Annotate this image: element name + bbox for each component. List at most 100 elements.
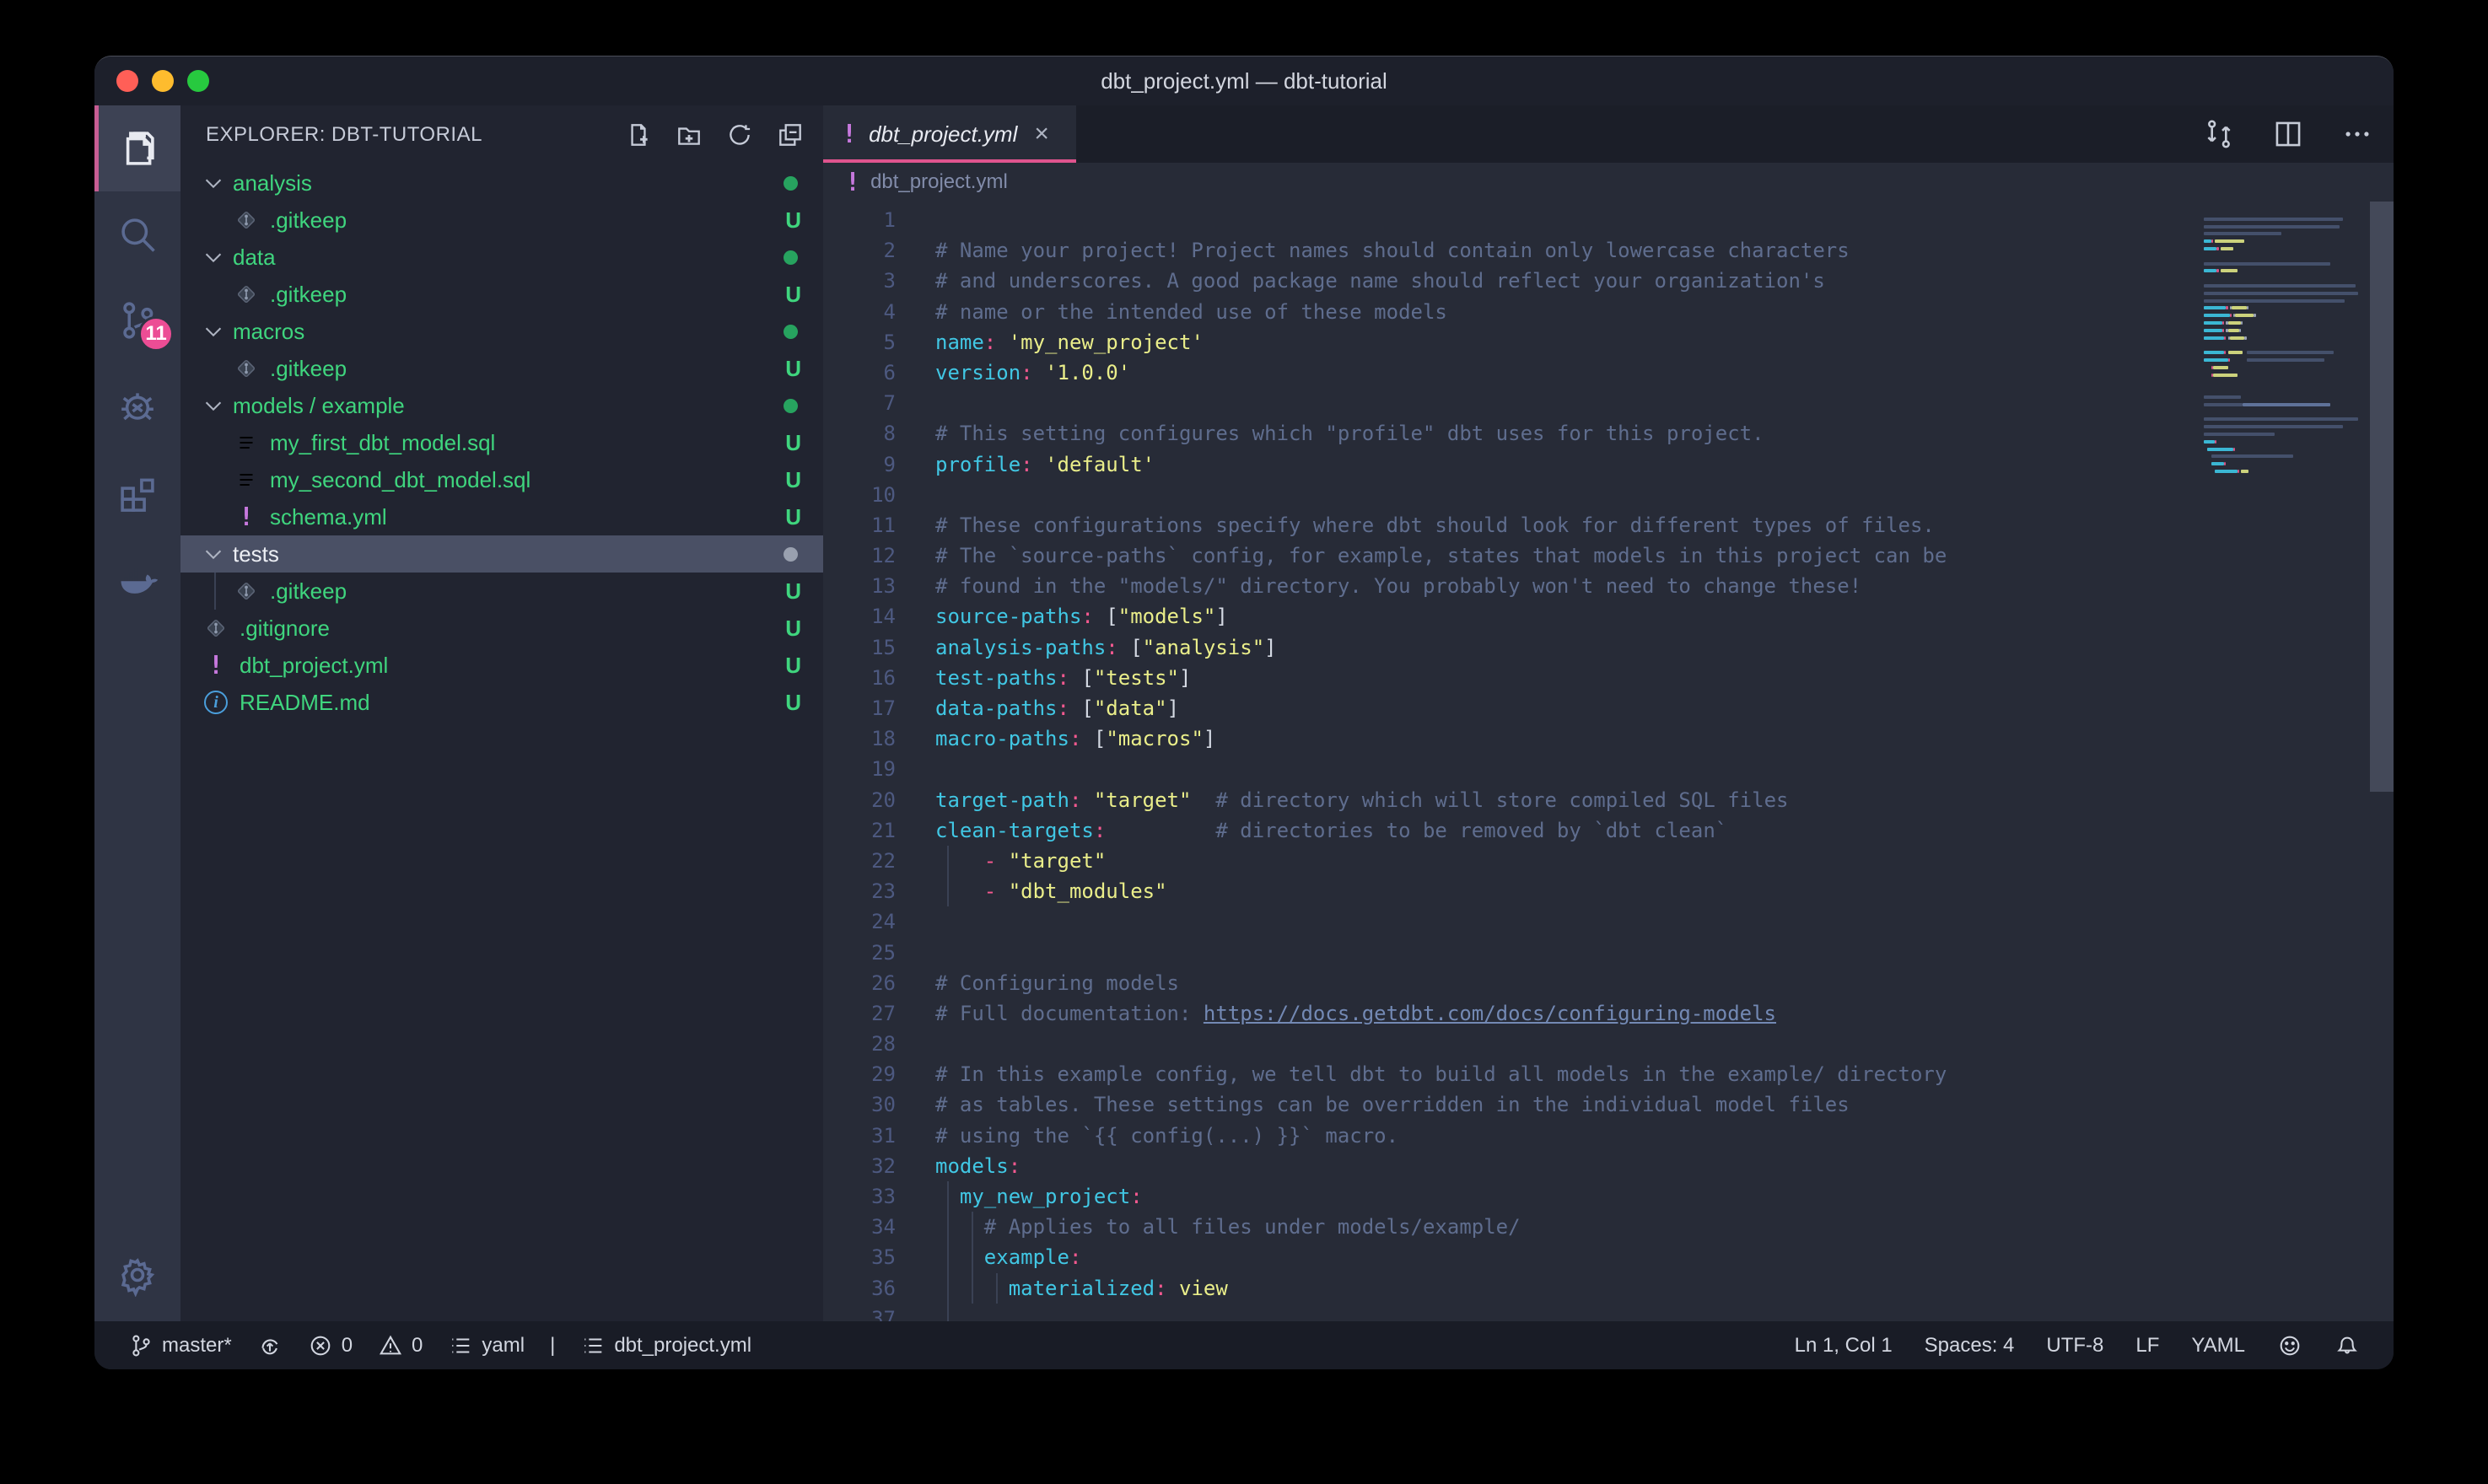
code-line-20: 20target-path: "target" # directory whic…	[823, 785, 2394, 815]
line-content	[896, 754, 2394, 784]
tree-file-my-first-dbt-model-sql[interactable]: my_first_dbt_model.sqlU	[180, 424, 823, 461]
tree-folder-analysis[interactable]: analysis	[180, 164, 823, 202]
status-encoding[interactable]: UTF-8	[2046, 1334, 2103, 1358]
status-language-mode[interactable]: YAML	[2191, 1334, 2245, 1358]
new-file-icon[interactable]	[624, 121, 653, 149]
open-changes-icon[interactable]	[2203, 118, 2235, 150]
git-untracked-badge: U	[785, 690, 801, 716]
code-line-11: 11# These configurations specify where d…	[823, 510, 2394, 540]
editor-group: ! dbt_project.yml × ! dbt_project.yml 12…	[823, 105, 2394, 1321]
line-content	[896, 388, 2394, 418]
file-tree: analysis.gitkeepUdata.gitkeepUmacros.git…	[180, 164, 823, 1321]
tree-item-label: README.md	[240, 690, 370, 716]
line-content: profile: 'default'	[896, 449, 2394, 480]
line-content: models:	[896, 1151, 2394, 1181]
new-folder-icon[interactable]	[675, 121, 703, 149]
tree-item-label: my_second_dbt_model.sql	[270, 467, 530, 493]
line-content: source-paths: ["models"]	[896, 601, 2394, 632]
status-feedback[interactable]	[2277, 1333, 2302, 1358]
minimap[interactable]	[2204, 208, 2368, 482]
status-label: Ln 1, Col 1	[1795, 1334, 1893, 1358]
line-number: 33	[823, 1181, 896, 1212]
line-number: 20	[823, 785, 896, 815]
activity-search-icon[interactable]	[94, 191, 180, 277]
minimap-line	[2204, 216, 2368, 223]
code-line-5: 5name: 'my_new_project'	[823, 327, 2394, 358]
code-line-6: 6version: '1.0.0'	[823, 358, 2394, 388]
activity-settings-icon[interactable]	[94, 1229, 180, 1321]
line-number: 14	[823, 601, 896, 632]
tree-file-gitignore[interactable]: .gitignoreU	[180, 610, 823, 647]
status-git-branch[interactable]: master*	[128, 1333, 232, 1358]
editor-scrollbar[interactable]	[2370, 202, 2394, 792]
more-actions-icon[interactable]	[2341, 118, 2373, 150]
tree-file-gitkeep[interactable]: .gitkeepU	[180, 202, 823, 239]
line-number: 10	[823, 480, 896, 510]
line-content: analysis-paths: ["analysis"]	[896, 632, 2394, 663]
zoom-window-button[interactable]	[187, 70, 209, 92]
code-line-24: 24	[823, 906, 2394, 937]
tree-file-schema-yml[interactable]: !schema.ymlU	[180, 498, 823, 535]
tree-folder-models-example[interactable]: models / example	[180, 387, 823, 424]
tree-folder-data[interactable]: data	[180, 239, 823, 276]
indent-guide	[972, 1242, 973, 1272]
tree-file-dbt-project-yml[interactable]: !dbt_project.ymlU	[180, 647, 823, 684]
tree-file-gitkeep[interactable]: .gitkeepU	[180, 276, 823, 313]
code-line-23: 23 - "dbt_modules"	[823, 876, 2394, 906]
minimap-line	[2204, 320, 2368, 327]
collapse-all-icon[interactable]	[776, 121, 805, 149]
smiley-icon	[2277, 1333, 2302, 1358]
line-content: clean-targets: # directories to be remov…	[896, 815, 2394, 846]
git-file-icon	[202, 615, 229, 642]
tree-file-gitkeep[interactable]: .gitkeepU	[180, 350, 823, 387]
status-cursor-position[interactable]: Ln 1, Col 1	[1795, 1334, 1893, 1358]
line-number: 11	[823, 510, 896, 540]
code-line-22: 22 - "target"	[823, 846, 2394, 876]
activity-source-control-icon[interactable]: 11	[94, 277, 180, 363]
tree-item-label: analysis	[233, 170, 312, 196]
activity-debug-icon[interactable]	[94, 363, 180, 449]
line-content	[896, 480, 2394, 510]
activity-docker-icon[interactable]	[94, 535, 180, 621]
tree-folder-macros[interactable]: macros	[180, 313, 823, 350]
tree-file-my-second-dbt-model-sql[interactable]: my_second_dbt_model.sqlU	[180, 461, 823, 498]
git-untracked-badge: U	[785, 616, 801, 642]
minimize-window-button[interactable]	[152, 70, 174, 92]
tree-folder-tests[interactable]: tests	[180, 535, 823, 573]
status-warnings[interactable]: 0	[378, 1333, 423, 1358]
status-indentation[interactable]: Spaces: 4	[1925, 1334, 2015, 1358]
line-content: # In this example config, we tell dbt to…	[896, 1059, 2394, 1089]
code-editor[interactable]: 12# Name your project! Project names sho…	[823, 202, 2394, 1321]
status-yaml-outline[interactable]: yaml	[448, 1333, 525, 1358]
split-editor-icon[interactable]	[2272, 118, 2304, 150]
line-number: 23	[823, 876, 896, 906]
status-yaml-file[interactable]: dbt_project.yml	[580, 1333, 751, 1358]
status-label: dbt_project.yml	[614, 1334, 751, 1358]
line-number: 32	[823, 1151, 896, 1181]
minimap-line	[2204, 245, 2368, 253]
tree-file-gitkeep[interactable]: .gitkeepU	[180, 573, 823, 610]
code-line-10: 10	[823, 480, 2394, 510]
activity-explorer-icon[interactable]	[94, 105, 180, 191]
status-publish-changes[interactable]	[257, 1333, 283, 1358]
status-notifications[interactable]	[2335, 1333, 2360, 1358]
indent-guide	[947, 1242, 949, 1272]
code-line-36: 36 materialized: view	[823, 1273, 2394, 1304]
indent-guide	[947, 1304, 949, 1321]
tree-file-readme-md[interactable]: iREADME.mdU	[180, 684, 823, 721]
line-content: # and underscores. A good package name s…	[896, 266, 2394, 296]
line-number: 24	[823, 906, 896, 937]
refresh-icon[interactable]	[725, 121, 754, 149]
chevron-down-icon	[201, 393, 226, 418]
activity-extensions-icon[interactable]	[94, 449, 180, 535]
line-content: # found in the "models/" directory. You …	[896, 571, 2394, 601]
tree-item-label: .gitkeep	[270, 578, 347, 605]
status-eol[interactable]: LF	[2135, 1334, 2159, 1358]
close-window-button[interactable]	[116, 70, 138, 92]
close-tab-icon[interactable]: ×	[1034, 121, 1049, 147]
line-number: 30	[823, 1089, 896, 1120]
status-errors[interactable]: 0	[308, 1333, 353, 1358]
tab-dbt-project-yml[interactable]: ! dbt_project.yml ×	[823, 105, 1076, 163]
breadcrumb[interactable]: ! dbt_project.yml	[823, 163, 2394, 202]
line-content: # Configuring models	[896, 968, 2394, 998]
